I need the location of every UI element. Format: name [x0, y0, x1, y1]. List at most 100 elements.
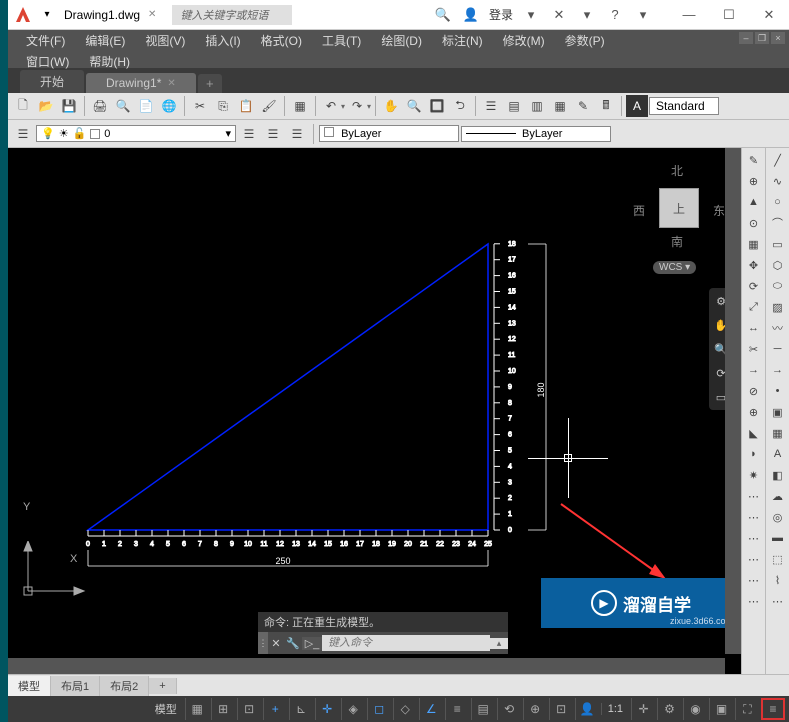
ortho-icon[interactable]: ⊾ [289, 698, 313, 720]
polar-icon[interactable]: ✛ [315, 698, 339, 720]
menu-window[interactable]: 窗口(W) [16, 51, 79, 72]
layout-1[interactable]: 布局1 [51, 676, 100, 696]
layer-states-icon[interactable]: ☰ [238, 123, 260, 145]
revcloud-icon[interactable]: ☁ [768, 486, 788, 506]
exchange-dd-icon[interactable]: ▾ [577, 5, 597, 25]
preview-icon[interactable]: 🔍 [112, 95, 134, 117]
annovis-icon[interactable]: ✛ [631, 698, 655, 720]
copy-icon[interactable]: ⎘ [212, 95, 234, 117]
tab-start[interactable]: 开始 [20, 70, 84, 93]
viewcube-north[interactable]: 北 [671, 162, 683, 179]
scale-icon[interactable]: ⤢ [744, 297, 764, 317]
draw-more-icon[interactable]: ⋯ [768, 591, 788, 611]
exchange-icon[interactable]: ✕ [549, 5, 569, 25]
sheetset-icon[interactable]: ▦ [549, 95, 571, 117]
arc-icon[interactable]: ⌒ [768, 213, 788, 233]
donut-icon[interactable]: ◎ [768, 507, 788, 527]
rectangle-icon[interactable]: ▭ [768, 234, 788, 254]
designcenter-icon[interactable]: ▤ [503, 95, 525, 117]
qat-dropdown-icon[interactable]: ▾ [38, 6, 56, 24]
help-dd-icon[interactable]: ▾ [633, 5, 653, 25]
viewcube-south[interactable]: 南 [671, 233, 683, 250]
cmd-history-dd-icon[interactable]: ▴ [490, 638, 508, 649]
isolate-icon[interactable]: ▣ [709, 698, 733, 720]
layer-iso-icon[interactable]: ☰ [262, 123, 284, 145]
tab-drawing1[interactable]: Drawing1* ✕ [86, 73, 196, 93]
cmd-grip-icon[interactable]: ⋮ [258, 632, 268, 654]
binoculars-icon[interactable]: 🔍 [433, 5, 453, 25]
menu-insert[interactable]: 插入(I) [195, 30, 250, 51]
status-model-label[interactable]: 模型 [149, 701, 183, 717]
markup-icon[interactable]: ✎ [572, 95, 594, 117]
layer-prev-icon[interactable]: ☰ [286, 123, 308, 145]
block-icon[interactable]: ▣ [768, 402, 788, 422]
color-dropdown[interactable]: ByLayer [319, 125, 459, 142]
join-icon[interactable]: ⊕ [744, 402, 764, 422]
tab-new-icon[interactable]: + [198, 74, 222, 93]
redo-icon[interactable]: ↷ [346, 95, 368, 117]
menu-parametric[interactable]: 参数(P) [555, 30, 615, 51]
wipeout-icon[interactable]: ▬ [768, 528, 788, 548]
iso-icon[interactable]: ◈ [341, 698, 365, 720]
maximize-button[interactable]: ☐ [709, 1, 749, 29]
cmd-settings-icon[interactable]: 🔧 [284, 637, 302, 650]
mdi-close-icon[interactable]: × [771, 32, 785, 44]
viewcube-west[interactable]: 西 [633, 202, 645, 219]
textstyle-a-icon[interactable]: A [626, 95, 648, 117]
minimize-button[interactable]: — [669, 1, 709, 29]
hardware-accel-icon[interactable]: ◉ [683, 698, 707, 720]
chamfer-icon[interactable]: ◣ [744, 423, 764, 443]
linetype-dropdown[interactable]: ByLayer [461, 126, 611, 142]
menu-view[interactable]: 视图(V) [135, 30, 195, 51]
hatch-icon[interactable]: ▨ [768, 297, 788, 317]
layer-properties-icon[interactable]: ☰ [12, 123, 34, 145]
trim-icon[interactable]: ✂ [744, 339, 764, 359]
pan-icon[interactable]: ✋ [380, 95, 402, 117]
extend-icon[interactable]: → [744, 360, 764, 380]
zoom-window-icon[interactable]: 🔲 [426, 95, 448, 117]
text-style-dropdown[interactable]: Standard [649, 97, 719, 115]
layout-2[interactable]: 布局2 [100, 676, 149, 696]
zoom-realtime-icon[interactable]: 🔍 [403, 95, 425, 117]
menu-modify[interactable]: 修改(M) [493, 30, 555, 51]
horizontal-scrollbar[interactable] [8, 658, 725, 674]
otrack-icon[interactable]: ∠ [419, 698, 443, 720]
modify-more3-icon[interactable]: ⋯ [744, 528, 764, 548]
vertical-scrollbar[interactable] [725, 148, 741, 654]
tab-close-icon[interactable]: ✕ [167, 78, 175, 89]
mdi-restore-icon[interactable]: ❐ [755, 32, 769, 44]
workspace-switch-icon[interactable]: ⚙ [657, 698, 681, 720]
point-icon[interactable]: • [768, 381, 788, 401]
infer-icon[interactable]: ⊡ [237, 698, 261, 720]
rotate-icon[interactable]: ⟳ [744, 276, 764, 296]
modify-more-icon[interactable]: ⋯ [744, 486, 764, 506]
print-icon[interactable]: 🖨 [89, 95, 111, 117]
layout-add-icon[interactable]: + [149, 678, 176, 694]
menu-tools[interactable]: 工具(T) [312, 30, 371, 51]
array-icon[interactable]: ▦ [744, 234, 764, 254]
quickcalc-icon[interactable]: 🖩 [595, 95, 617, 117]
copy-obj-icon[interactable]: ⊕ [744, 171, 764, 191]
help-icon[interactable]: ? [605, 5, 625, 25]
xline-icon[interactable]: ─ [768, 339, 788, 359]
modify-more4-icon[interactable]: ⋯ [744, 549, 764, 569]
line-icon[interactable]: ╱ [768, 150, 788, 170]
annomonitor-icon[interactable]: ⊕ [523, 698, 547, 720]
dynamic-input-icon[interactable]: + [263, 698, 287, 720]
polygon-icon[interactable]: ⬡ [768, 255, 788, 275]
grid-icon[interactable]: ▦ [185, 698, 209, 720]
properties-icon[interactable]: ☰ [480, 95, 502, 117]
menu-file[interactable]: 文件(F) [16, 30, 75, 51]
command-input[interactable] [322, 635, 490, 651]
mirror-icon[interactable]: ▲ [744, 192, 764, 212]
cut-icon[interactable]: ✂ [189, 95, 211, 117]
customize-icon[interactable]: ≡ [761, 698, 785, 720]
ellipse-icon[interactable]: ⬭ [768, 276, 788, 296]
blockeditor-icon[interactable]: ▦ [289, 95, 311, 117]
new-icon[interactable]: 🗋 [12, 95, 34, 117]
menu-dimension[interactable]: 标注(N) [432, 30, 493, 51]
save-icon[interactable]: 💾 [58, 95, 80, 117]
annoscale-icon[interactable]: 👤 [575, 698, 599, 720]
app-logo-icon[interactable] [8, 0, 38, 30]
viewcube-top[interactable]: 上 [659, 188, 699, 228]
